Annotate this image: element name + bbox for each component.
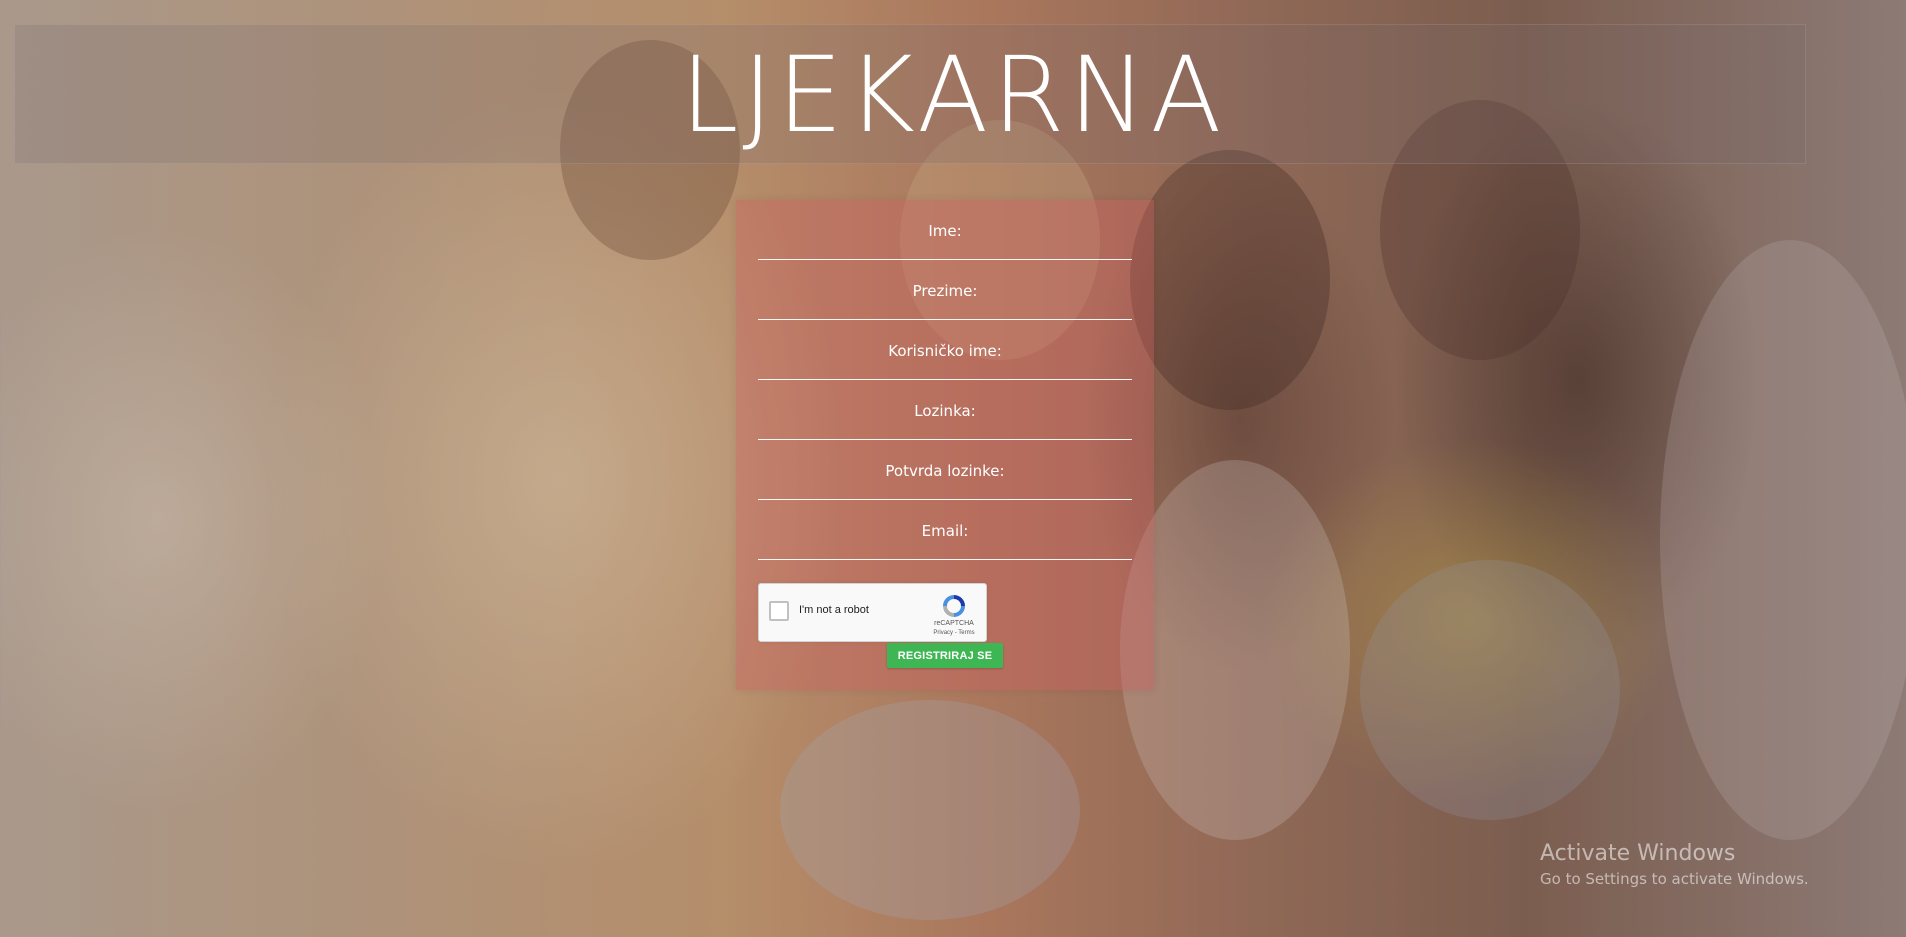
last-name-input[interactable] — [758, 296, 1132, 318]
last-name-field: Prezime: — [758, 260, 1132, 320]
input-underline — [758, 559, 1132, 560]
windows-activation-watermark: Activate Windows Go to Settings to activ… — [1540, 840, 1809, 890]
confirm-password-field: Potvrda lozinke: — [758, 440, 1132, 500]
page-title: LJEKARNA — [680, 34, 1226, 156]
register-button[interactable]: REGISTRIRAJ SE — [887, 643, 1003, 668]
recaptcha-privacy-terms-link[interactable]: Privacy - Terms — [929, 630, 979, 636]
recaptcha-checkbox[interactable] — [769, 601, 789, 621]
password-field: Lozinka: — [758, 380, 1132, 440]
watermark-subtitle: Go to Settings to activate Windows. — [1540, 870, 1809, 888]
first-name-input[interactable] — [758, 236, 1132, 258]
username-input[interactable] — [758, 356, 1132, 378]
first-name-field: Ime: — [758, 200, 1132, 260]
email-field: Email: — [758, 500, 1132, 560]
registration-form: Ime: Prezime: Korisničko ime: Lozinka: P… — [736, 200, 1154, 690]
recaptcha-brand: reCAPTCHA — [934, 620, 974, 627]
recaptcha-widget: I'm not a robot reCAPTCHA Privacy - Term… — [758, 583, 987, 642]
password-input[interactable] — [758, 416, 1132, 438]
email-input[interactable] — [758, 536, 1132, 558]
recaptcha-label: I'm not a robot — [799, 604, 869, 616]
username-field: Korisničko ime: — [758, 320, 1132, 380]
confirm-password-input[interactable] — [758, 476, 1132, 498]
recaptcha-logo-icon — [943, 595, 965, 617]
watermark-title: Activate Windows — [1540, 841, 1736, 866]
